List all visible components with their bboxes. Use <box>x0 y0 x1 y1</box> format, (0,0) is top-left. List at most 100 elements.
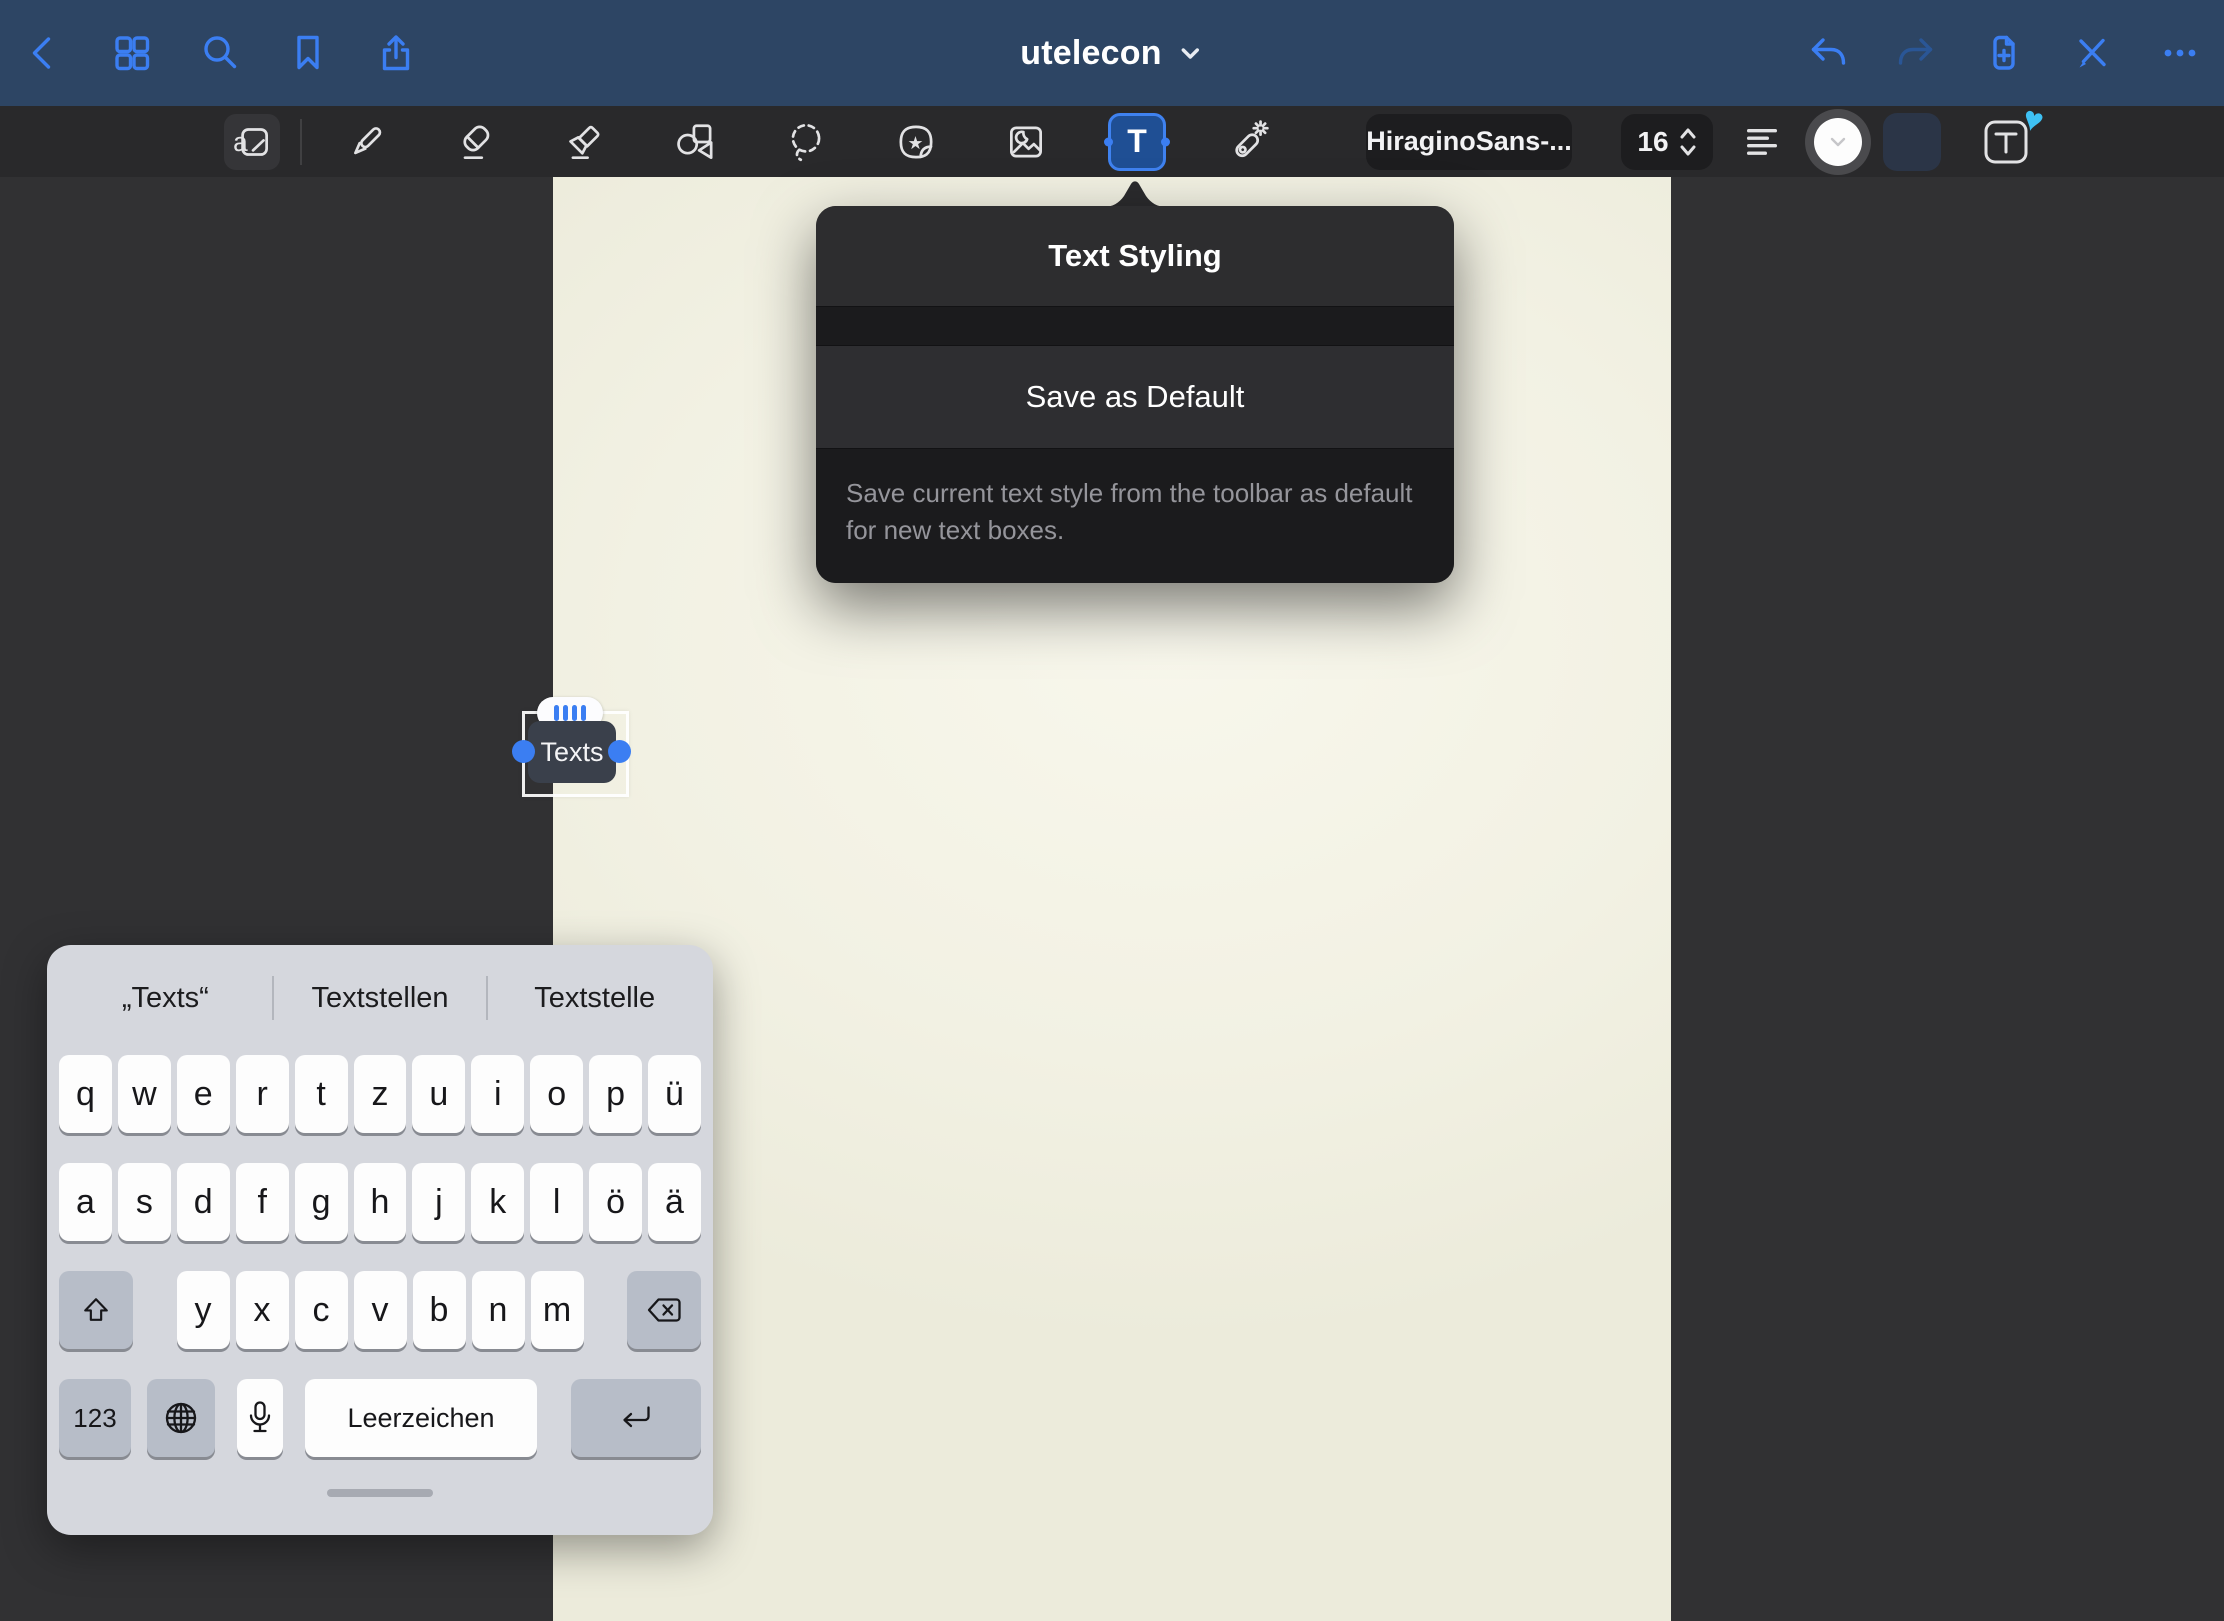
favorite-text-style-button[interactable]: ♥ <box>1979 115 2033 169</box>
return-key[interactable] <box>571 1379 701 1457</box>
textbox-text: Texts <box>540 737 603 768</box>
elements-tool-button[interactable]: ★ <box>888 114 944 170</box>
key-l[interactable]: l <box>530 1163 583 1241</box>
text-tool-button-selected[interactable]: T <box>1108 113 1166 171</box>
shift-key[interactable] <box>59 1271 133 1349</box>
key-d[interactable]: d <box>177 1163 230 1241</box>
undo-button[interactable] <box>1806 31 1850 75</box>
panel-text-tool-button[interactable]: a <box>224 114 280 170</box>
popover-arrow <box>1103 177 1167 207</box>
laser-pointer-icon <box>1225 119 1271 165</box>
key-r[interactable]: r <box>236 1055 289 1133</box>
back-button[interactable] <box>22 31 66 75</box>
suggestion-1[interactable]: Textstellen <box>274 982 487 1015</box>
numbers-key[interactable]: 123 <box>59 1379 131 1457</box>
key-v[interactable]: v <box>354 1271 407 1349</box>
suggestion-literal[interactable]: „Texts“ <box>59 982 272 1015</box>
key-f[interactable]: f <box>236 1163 289 1241</box>
back-chevron-icon <box>22 31 66 75</box>
key-b[interactable]: b <box>413 1271 466 1349</box>
globe-icon <box>163 1400 199 1436</box>
key-oe[interactable]: ö <box>589 1163 642 1241</box>
key-g[interactable]: g <box>295 1163 348 1241</box>
keyboard-row-4: 123 Leerzeichen <box>59 1379 701 1457</box>
key-z[interactable]: z <box>354 1055 407 1133</box>
pen-off-icon <box>2070 31 2114 75</box>
suggestion-2[interactable]: Textstelle <box>488 982 701 1015</box>
space-key[interactable]: Leerzeichen <box>305 1379 537 1457</box>
key-x[interactable]: x <box>236 1271 289 1349</box>
panel-text-icon: a <box>229 119 275 165</box>
textbox[interactable]: Texts <box>528 721 616 783</box>
redo-button[interactable] <box>1894 31 1938 75</box>
style-slot[interactable] <box>1883 113 1941 171</box>
lasso-tool-button[interactable] <box>778 114 834 170</box>
key-t[interactable]: t <box>295 1055 348 1133</box>
search-button[interactable] <box>198 31 242 75</box>
backspace-key[interactable] <box>627 1271 701 1349</box>
keyboard-drag-handle[interactable] <box>327 1489 433 1497</box>
text-style-controls: HiraginoSans-... 16 <box>1366 106 2033 177</box>
key-ae[interactable]: ä <box>648 1163 701 1241</box>
keyboard-row-3: y x c v b n m <box>59 1271 701 1349</box>
chevron-down-icon <box>1178 40 1204 66</box>
share-button[interactable] <box>374 31 418 75</box>
text-color-button[interactable] <box>1805 109 1871 175</box>
shapes-tool-button[interactable] <box>668 114 724 170</box>
add-page-icon <box>1982 31 2026 75</box>
key-s[interactable]: s <box>118 1163 171 1241</box>
grid-icon <box>110 31 154 75</box>
font-name-button[interactable]: HiraginoSans-... <box>1366 114 1572 170</box>
svg-text:a: a <box>233 126 248 156</box>
toolbar-divider <box>300 119 302 165</box>
return-icon <box>618 1404 654 1432</box>
text-align-button[interactable] <box>1740 120 1784 164</box>
selection-handle-left[interactable] <box>512 740 535 763</box>
dictation-key[interactable] <box>237 1379 283 1457</box>
eraser-icon <box>453 119 499 165</box>
heart-badge-icon: ♥ <box>2019 100 2048 138</box>
image-tool-button[interactable] <box>998 114 1054 170</box>
bookmark-button[interactable] <box>286 31 330 75</box>
save-as-default-button[interactable]: Save as Default <box>816 346 1454 448</box>
eraser-tool-button[interactable] <box>448 114 504 170</box>
pen-off-button[interactable] <box>2070 31 2114 75</box>
popover-separator-band <box>816 306 1454 346</box>
key-o[interactable]: o <box>530 1055 583 1133</box>
align-left-icon <box>1740 120 1784 164</box>
key-a[interactable]: a <box>59 1163 112 1241</box>
font-size-stepper[interactable]: 16 <box>1621 114 1713 170</box>
pen-tool-button[interactable] <box>338 114 394 170</box>
document-title[interactable]: utelecon <box>1020 0 1203 106</box>
text-styling-popover: Text Styling Save as Default Save curren… <box>816 206 1454 583</box>
key-u[interactable]: u <box>412 1055 465 1133</box>
undo-icon <box>1806 31 1850 75</box>
highlighter-tool-button[interactable] <box>558 114 614 170</box>
key-i[interactable]: i <box>471 1055 524 1133</box>
key-k[interactable]: k <box>471 1163 524 1241</box>
text-tool-handle-dot <box>1104 137 1113 146</box>
laser-pointer-tool-button[interactable] <box>1220 114 1276 170</box>
key-j[interactable]: j <box>412 1163 465 1241</box>
popover-description: Save current text style from the toolbar… <box>816 448 1454 583</box>
key-w[interactable]: w <box>118 1055 171 1133</box>
key-p[interactable]: p <box>589 1055 642 1133</box>
selection-handle-right[interactable] <box>608 740 631 763</box>
image-icon <box>1003 119 1049 165</box>
key-n[interactable]: n <box>472 1271 525 1349</box>
key-y[interactable]: y <box>177 1271 230 1349</box>
chevron-down-icon <box>1829 136 1847 148</box>
tool-group: a <box>224 106 1276 177</box>
canvas-desk: Texts Text Styling Save as Default Save … <box>0 177 2224 1621</box>
key-c[interactable]: c <box>295 1271 348 1349</box>
sparkle <box>1254 121 1268 134</box>
thumbnail-grid-button[interactable] <box>110 31 154 75</box>
key-h[interactable]: h <box>354 1163 407 1241</box>
key-m[interactable]: m <box>531 1271 584 1349</box>
add-page-button[interactable] <box>1982 31 2026 75</box>
key-q[interactable]: q <box>59 1055 112 1133</box>
key-ue[interactable]: ü <box>648 1055 701 1133</box>
globe-key[interactable] <box>147 1379 215 1457</box>
more-button[interactable] <box>2158 31 2202 75</box>
key-e[interactable]: e <box>177 1055 230 1133</box>
